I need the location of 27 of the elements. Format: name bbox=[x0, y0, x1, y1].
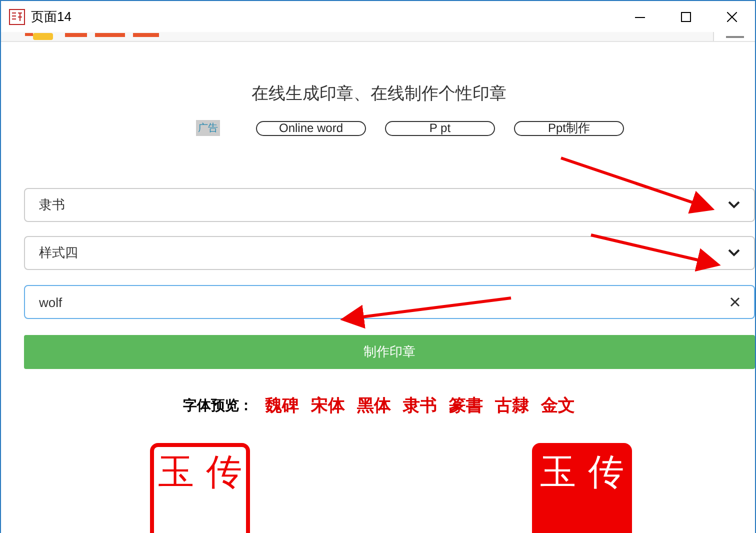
font-sample: 篆書 bbox=[449, 395, 483, 417]
seal-app-icon bbox=[9, 8, 25, 24]
page-heading: 在线生成印章、在线制作个性印章 bbox=[250, 83, 508, 105]
style-select[interactable]: 样式四 bbox=[24, 236, 755, 270]
font-sample: 隶书 bbox=[403, 395, 437, 417]
font-sample: 金文 bbox=[541, 395, 575, 417]
text-input[interactable]: wolf bbox=[24, 285, 755, 319]
link-pill[interactable]: Online word bbox=[256, 120, 366, 136]
maximize-icon bbox=[681, 12, 691, 22]
font-preview-label: 字体预览： bbox=[183, 396, 253, 414]
seal-character: 传 bbox=[588, 453, 624, 493]
link-pill[interactable]: P pt bbox=[385, 120, 495, 136]
close-icon bbox=[727, 12, 737, 22]
chevron-down-icon bbox=[728, 249, 740, 257]
font-select[interactable]: 隶书 bbox=[24, 188, 755, 222]
font-sample: 宋体 bbox=[311, 395, 345, 417]
seal-character: 传 bbox=[206, 453, 242, 493]
ad-label: 广告 bbox=[196, 120, 220, 136]
seal-character: 玉 bbox=[158, 453, 194, 493]
seal-character: 玉 bbox=[540, 453, 576, 493]
font-sample: 古隸 bbox=[495, 395, 529, 417]
window-title: 页面14 bbox=[31, 8, 72, 26]
font-sample: 魏碑 bbox=[265, 395, 299, 417]
clear-icon[interactable] bbox=[730, 297, 740, 307]
chevron-down-icon bbox=[728, 201, 740, 209]
font-sample: 黑体 bbox=[357, 395, 391, 417]
link-pill[interactable]: Ppt制作 bbox=[514, 120, 624, 136]
